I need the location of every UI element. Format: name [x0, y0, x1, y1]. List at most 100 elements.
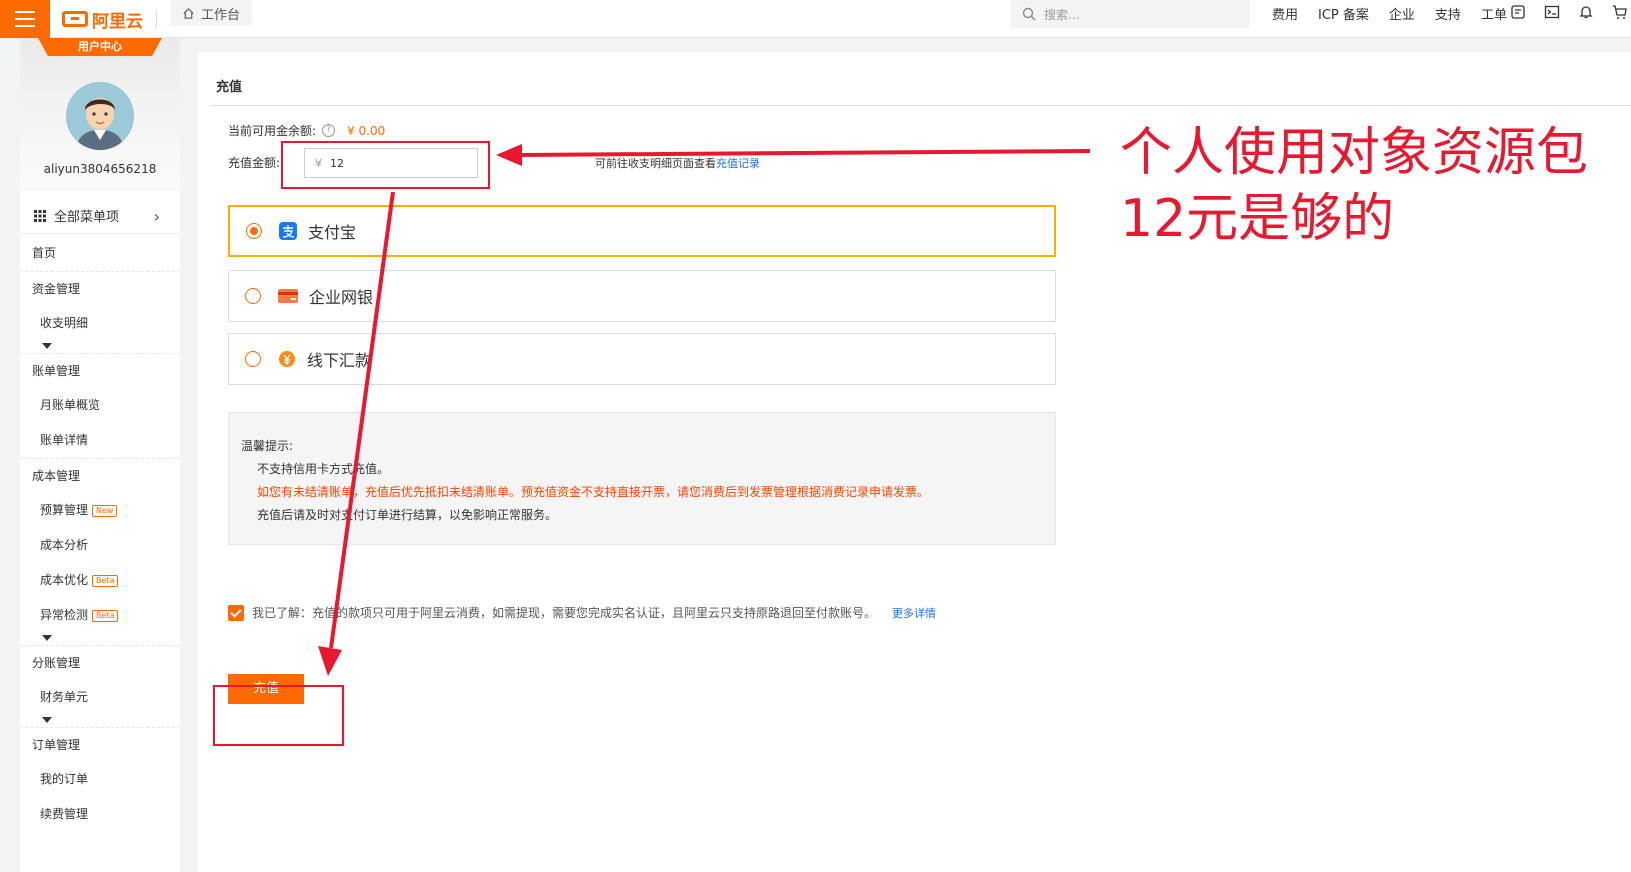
sidebar-item-label: 成本管理: [32, 469, 81, 483]
page-title: 充值: [216, 80, 243, 95]
payment-option-bank[interactable]: 企业网银: [228, 270, 1056, 322]
chevron-down-icon[interactable]: [20, 341, 180, 353]
chevron-down-icon[interactable]: [20, 715, 180, 727]
hamburger-line: [15, 25, 35, 27]
annotation-text: 个人使用对象资源包 12元是够的: [1120, 120, 1588, 252]
divider: [210, 105, 1631, 106]
top-link-enterprise[interactable]: 企业: [1389, 4, 1415, 23]
radio-unselected[interactable]: [245, 351, 261, 367]
chevron-right-icon: ›: [153, 207, 160, 226]
sidebar-item-label: 我的订单: [40, 772, 89, 786]
logo-icon: [62, 11, 88, 27]
aliyun-logo[interactable]: 阿里云: [62, 8, 143, 32]
sidebar-item-label: 异常检测: [40, 608, 89, 622]
beta-badge: Beta: [92, 609, 119, 622]
remittance-icon: [279, 351, 295, 367]
balance-label: 当前可用金余额:: [228, 124, 317, 138]
workbench-label: 工作台: [201, 7, 241, 23]
sidebar-item-renewal[interactable]: 续费管理: [20, 797, 180, 832]
new-badge: New: [92, 504, 118, 517]
tips-heading: 温馨提示:: [241, 439, 294, 453]
sidebar-group-bills[interactable]: 账单管理: [20, 353, 180, 388]
all-menu-button[interactable]: 全部菜单项 ›: [20, 198, 180, 234]
payment-option-label: 支付宝: [308, 223, 357, 242]
sidebar-item-label: 财务单元: [40, 690, 89, 704]
bank-card-icon: [278, 289, 298, 303]
sidebar-item-finance-unit[interactable]: 财务单元: [20, 680, 180, 715]
sidebar-item-home[interactable]: 首页: [20, 236, 180, 271]
top-navigation-bar: 阿里云 工作台 搜索... 费用 ICP 备案 企业 支持 工单: [0, 0, 1631, 38]
message-icon[interactable]: [1510, 4, 1526, 20]
grid-icon: [34, 209, 46, 222]
radio-selected[interactable]: [246, 223, 262, 239]
payment-option-label: 企业网银: [309, 288, 374, 307]
sidebar-item-cost-optimization[interactable]: 成本优化 Beta: [20, 563, 180, 598]
sidebar-item-label: 续费管理: [40, 807, 89, 821]
sidebar-item-cost-analysis[interactable]: 成本分析: [20, 528, 180, 563]
sidebar-group-cost[interactable]: 成本管理: [20, 458, 180, 493]
top-link-icp[interactable]: ICP 备案: [1318, 4, 1369, 23]
sidebar-group-orders[interactable]: 订单管理: [20, 727, 180, 762]
user-center-tag: 用户中心: [38, 38, 162, 56]
agreement-row: 我已了解：充值的款项只可用于阿里云消费，如需提现，需要您完成实名认证，且阿里云只…: [228, 604, 936, 621]
sidebar-item-label: 分账管理: [32, 656, 81, 670]
hamburger-line: [15, 11, 35, 13]
sidebar-item-label: 月账单概览: [40, 398, 101, 412]
record-hint: 可前往收支明细页面查看充值记录: [595, 155, 760, 171]
cart-icon[interactable]: [1612, 4, 1628, 20]
logo-text: 阿里云: [92, 11, 143, 32]
sidebar-item-transactions[interactable]: 收支明细: [20, 306, 180, 341]
sidebar-item-label: 成本分析: [40, 538, 89, 552]
alipay-icon: [279, 222, 297, 240]
annotation-line: 个人使用对象资源包: [1120, 123, 1589, 183]
terminal-icon[interactable]: [1544, 4, 1560, 20]
sidebar-menu: 首页 资金管理 收支明细 账单管理 月账单概览 账单详情 成本管理 预算管理 Ne…: [20, 236, 180, 832]
sidebar: aliyun3804656218 用户中心 全部菜单项 › 首页 资金管理 收支…: [20, 38, 180, 872]
agreement-text: 我已了解：充值的款项只可用于阿里云消费，如需提现，需要您完成实名认证，且阿里云只…: [252, 606, 877, 620]
sidebar-group-funds[interactable]: 资金管理: [20, 271, 180, 306]
record-hint-text: 可前往收支明细页面查看: [595, 157, 716, 170]
recharge-record-link[interactable]: 充值记录: [716, 157, 760, 170]
payment-option-alipay[interactable]: 支付宝: [228, 205, 1056, 257]
sidebar-item-label: 收支明细: [40, 316, 89, 330]
sidebar-item-anomaly-detection[interactable]: 异常检测 Beta: [20, 598, 180, 633]
top-icon-group: [1510, 4, 1628, 20]
tips-warning: 如您有未结清账单，充值后优先抵扣未结清账单。预充值资金不支持直接开票，请您消费后…: [257, 485, 930, 499]
workbench-tab[interactable]: 工作台: [170, 0, 253, 26]
sidebar-item-label: 预算管理: [40, 503, 89, 517]
payment-option-label: 线下汇款: [307, 351, 372, 370]
username: aliyun3804656218: [43, 162, 157, 176]
avatar[interactable]: [66, 82, 134, 150]
search-placeholder: 搜索...: [1044, 7, 1080, 22]
avatar-image: [66, 82, 134, 150]
sidebar-item-monthly-bill[interactable]: 月账单概览: [20, 388, 180, 423]
chevron-down-icon[interactable]: [20, 633, 180, 645]
bell-icon[interactable]: [1578, 4, 1594, 20]
tips-line: 充值后请及时对支付订单进行结算，以免影响正常服务。: [257, 508, 558, 522]
top-links: 费用 ICP 备案 企业 支持 工单: [1272, 0, 1507, 26]
home-icon: [183, 7, 194, 19]
amount-label: 充值金额:: [228, 156, 281, 170]
more-details-link[interactable]: 更多详情: [892, 605, 936, 621]
top-link-fees[interactable]: 费用: [1272, 4, 1298, 23]
menu-toggle-button[interactable]: [0, 0, 50, 38]
annotation-box-submit: [213, 685, 344, 746]
top-link-ticket[interactable]: 工单: [1481, 4, 1507, 23]
tips-box: 温馨提示: 不支持信用卡方式充值。 如您有未结清账单，充值后优先抵扣未结清账单。…: [228, 412, 1056, 545]
all-menu-label: 全部菜单项: [54, 210, 120, 225]
agreement-checkbox[interactable]: [228, 604, 244, 621]
annotation-line: 12元是够的: [1120, 189, 1395, 249]
sidebar-item-label: 订单管理: [32, 738, 81, 752]
help-icon[interactable]: ?: [322, 124, 336, 137]
sidebar-item-label: 账单管理: [32, 364, 81, 378]
sidebar-item-my-orders[interactable]: 我的订单: [20, 762, 180, 797]
radio-unselected[interactable]: [245, 288, 261, 304]
payment-option-offline[interactable]: 线下汇款: [228, 333, 1056, 385]
sidebar-item-bill-details[interactable]: 账单详情: [20, 423, 180, 458]
annotation-box-amount: [281, 141, 490, 189]
hamburger-line: [15, 18, 35, 20]
sidebar-item-budget[interactable]: 预算管理 New: [20, 493, 180, 528]
top-link-support[interactable]: 支持: [1435, 4, 1461, 23]
sidebar-group-split[interactable]: 分账管理: [20, 645, 180, 680]
search-input[interactable]: 搜索...: [1010, 0, 1250, 28]
